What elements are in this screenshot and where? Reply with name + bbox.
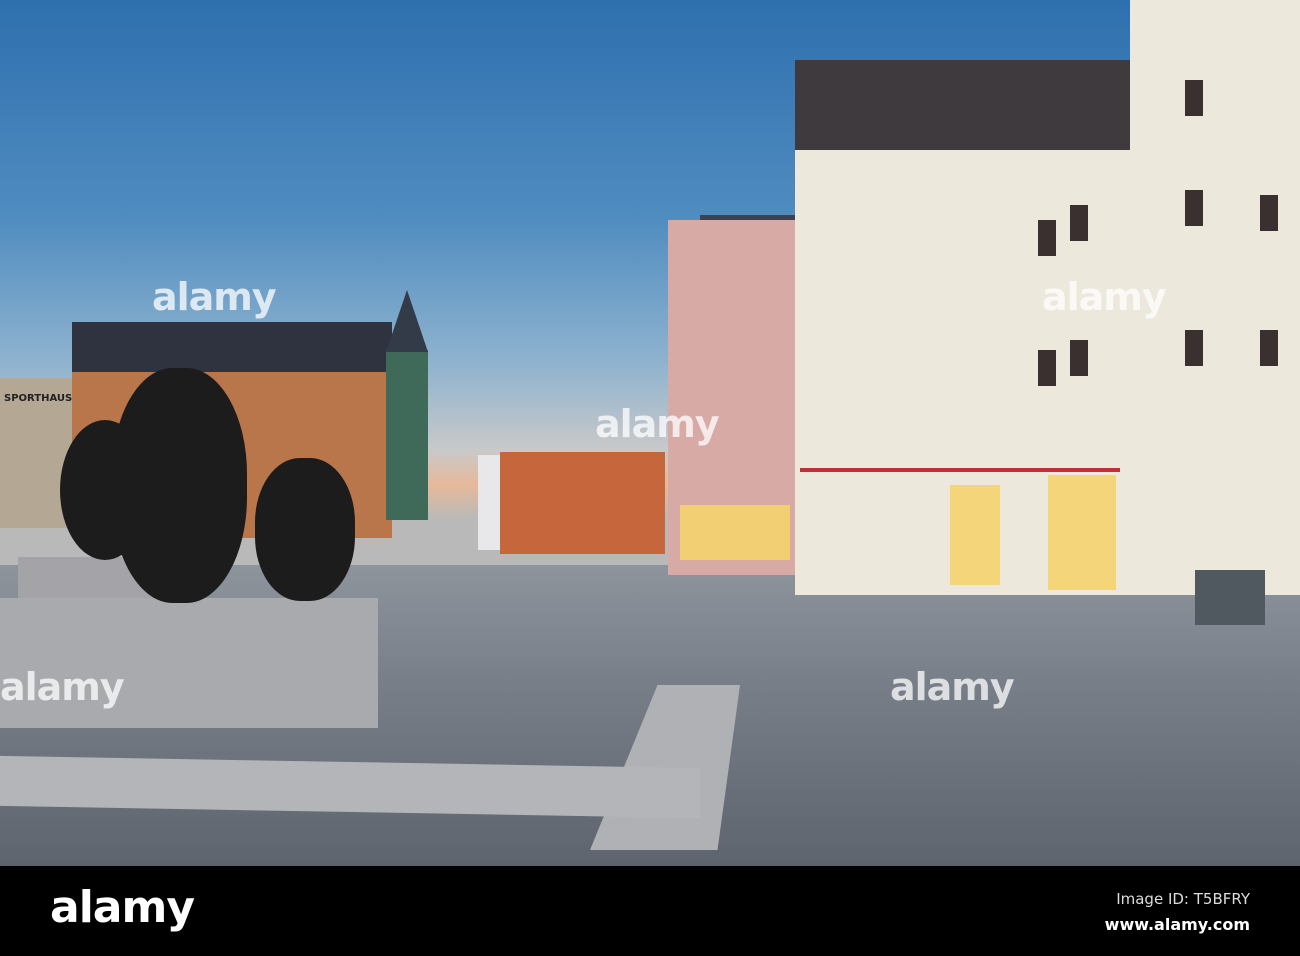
watermark: alamy [0, 665, 125, 709]
window [1070, 205, 1088, 241]
window [1038, 350, 1056, 386]
watermark: alamy [152, 275, 277, 319]
watermark: alamy [890, 665, 1015, 709]
bear-sculpture [112, 368, 247, 603]
website-link[interactable]: www.alamy.com [1105, 915, 1250, 934]
window [1185, 80, 1203, 116]
shop-awning [800, 442, 1120, 472]
roof-left [72, 322, 392, 372]
bear-sculpture [255, 458, 355, 601]
sporthaus-sign: SPORTHAUS [4, 393, 73, 404]
red-brick-building [500, 452, 665, 554]
image-id: Image ID: T5BFRY [1116, 890, 1250, 908]
shop-window [950, 485, 1000, 585]
shop-window [1048, 475, 1116, 590]
watermark: alamy [1042, 275, 1167, 319]
window [1038, 220, 1056, 256]
window [1185, 330, 1203, 366]
window [1260, 195, 1278, 231]
tower-spire [386, 290, 428, 352]
window [1260, 330, 1278, 366]
shop-window [680, 505, 790, 560]
alamy-logo: alamy [50, 882, 195, 933]
planter [1195, 570, 1265, 625]
watermark: alamy [595, 402, 720, 446]
corner-tower [386, 350, 428, 520]
window [1185, 190, 1203, 226]
main-building-upper [1130, 0, 1300, 170]
stock-photo: SPORTHAUS alamy alamy alamy alamy alamy [0, 0, 1300, 866]
window [1070, 340, 1088, 376]
